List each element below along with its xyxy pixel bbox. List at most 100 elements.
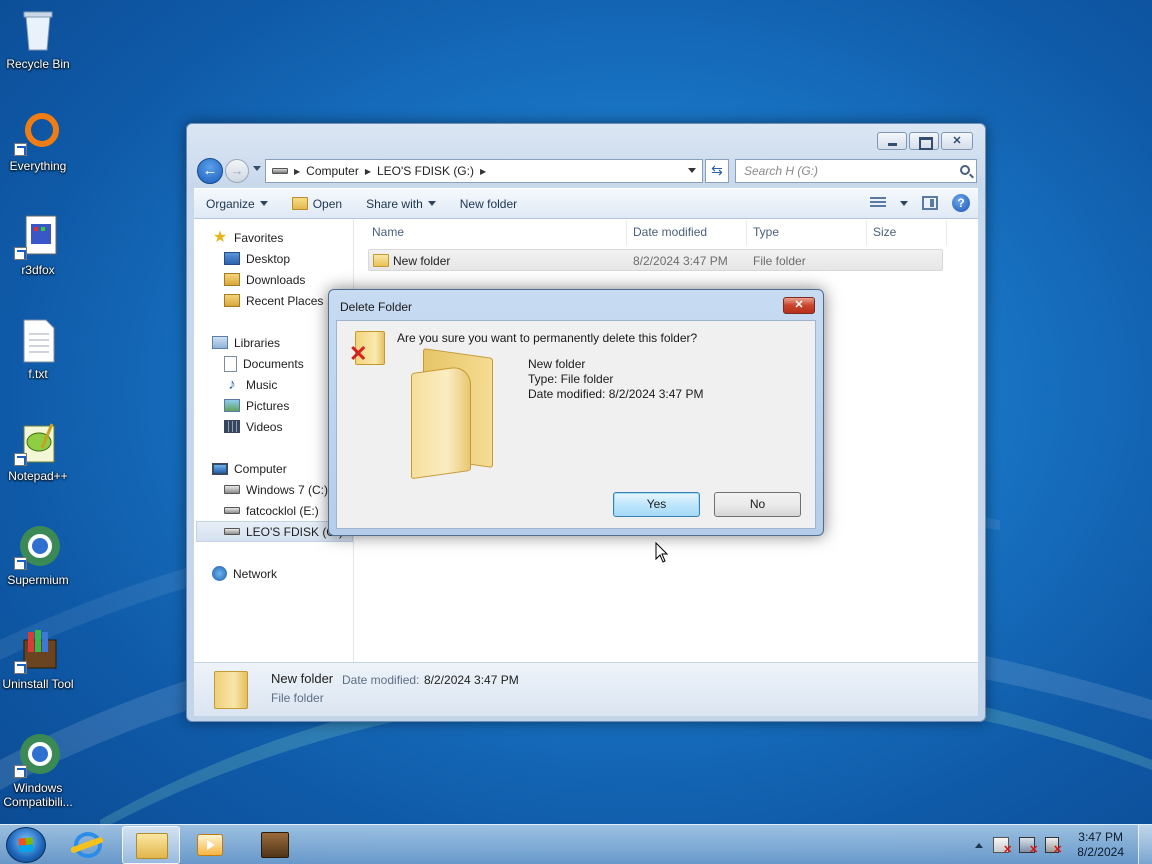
dialog-close-button[interactable]: ✕ — [783, 297, 815, 314]
no-button[interactable]: No — [714, 492, 801, 517]
folder-icon — [373, 254, 389, 267]
yes-button[interactable]: Yes — [613, 492, 700, 517]
preview-pane-icon[interactable] — [922, 196, 938, 210]
nav-libraries[interactable]: Libraries — [212, 332, 280, 353]
breadcrumb-arrow-icon[interactable]: ▶ — [480, 167, 486, 176]
system-tray: 3:47 PM 8/2/2024 — [975, 825, 1124, 864]
view-dropdown-icon[interactable] — [900, 200, 908, 206]
star-icon: ★ — [212, 228, 228, 246]
column-header-size[interactable]: Size — [873, 225, 896, 239]
clock[interactable]: 3:47 PM 8/2/2024 — [1077, 830, 1124, 860]
breadcrumb-arrow-icon[interactable]: ▶ — [294, 167, 300, 176]
address-dropdown-icon[interactable] — [688, 168, 696, 173]
text-file-icon — [14, 316, 62, 364]
details-name: New folder — [271, 671, 334, 686]
action-center-icon[interactable] — [993, 837, 1012, 856]
desktop-icon — [224, 252, 240, 265]
column-divider[interactable] — [626, 221, 627, 245]
column-header-name[interactable]: Name — [372, 225, 404, 239]
delete-folder-dialog[interactable]: Delete Folder ✕ ✕ Are you sure you want … — [328, 289, 824, 536]
nav-downloads[interactable]: Downloads — [224, 269, 305, 290]
search-icon[interactable] — [960, 165, 970, 175]
minimize-button[interactable] — [877, 132, 907, 150]
desktop-icon-recycle-bin[interactable]: Recycle Bin — [0, 6, 76, 71]
nav-label: Network — [233, 566, 278, 581]
nav-favorites[interactable]: ★ Favorites — [212, 227, 284, 248]
network-status-icon[interactable] — [1019, 837, 1038, 856]
desktop-icon-windows-compat[interactable]: Windows Compatibili... — [0, 730, 76, 809]
volume-muted-icon[interactable] — [1045, 837, 1062, 856]
taskbar-windows-explorer[interactable] — [122, 826, 180, 864]
show-desktop-button[interactable] — [1138, 825, 1152, 864]
shortcut-arrow-icon — [14, 765, 27, 778]
nav-recent-places[interactable]: Recent Places — [224, 290, 323, 311]
shortcut-arrow-icon — [14, 661, 27, 674]
close-button[interactable] — [941, 132, 973, 150]
desktop-icon-uninstall-tool[interactable]: Uninstall Tool — [0, 626, 76, 691]
maximize-button[interactable] — [909, 132, 939, 150]
new-folder-label: New folder — [459, 196, 518, 211]
folder-icon — [214, 671, 248, 709]
file-name: New folder — [393, 254, 451, 268]
dialog-title: Delete Folder — [340, 300, 413, 314]
nav-label: Music — [246, 377, 278, 392]
shortcut-arrow-icon — [14, 143, 27, 156]
windows-compat-icon — [14, 730, 62, 778]
desktop-icon-supermium[interactable]: Supermium — [0, 522, 76, 587]
windows-drive-icon — [224, 485, 240, 494]
forward-button[interactable]: → — [225, 159, 249, 183]
search-input[interactable]: Search H (G:) — [735, 159, 977, 183]
column-divider[interactable] — [866, 221, 867, 245]
taskbar-media-player[interactable] — [182, 826, 240, 864]
new-folder-button[interactable]: New folder — [448, 189, 529, 218]
column-divider[interactable] — [746, 221, 747, 245]
computer-icon — [212, 462, 228, 475]
taskbar-uninstall-tool[interactable] — [246, 826, 304, 864]
item-name: New folder — [528, 357, 586, 371]
nav-music[interactable]: ♪ Music — [224, 374, 277, 395]
help-icon[interactable]: ? — [952, 194, 970, 212]
show-hidden-icons-icon[interactable] — [975, 842, 984, 848]
nav-label: Favorites — [234, 230, 284, 245]
organize-button[interactable]: Organize — [194, 189, 280, 218]
file-date: 8/2/2024 3:47 PM — [633, 254, 728, 268]
desktop-icon-everything[interactable]: Everything — [0, 108, 76, 173]
taskbar: 3:47 PM 8/2/2024 — [0, 824, 1152, 864]
nav-drive-e[interactable]: fatcocklol (E:) — [224, 500, 319, 521]
organize-label: Organize — [206, 196, 255, 211]
address-bar[interactable]: ▶ Computer ▶ LEO'S FDISK (G:) ▶ — [265, 159, 703, 183]
share-with-label: Share with — [366, 196, 423, 211]
table-row[interactable]: New folder 8/2/2024 3:47 PM File folder — [368, 249, 943, 271]
breadcrumb-arrow-icon[interactable]: ▶ — [365, 167, 371, 176]
desktop-icon-label: Windows Compatibili... — [3, 781, 73, 809]
refresh-button[interactable]: ⇆ — [705, 159, 729, 183]
breadcrumb-drive[interactable]: LEO'S FDISK (G:) — [377, 164, 474, 178]
recent-pages-dropdown[interactable] — [253, 166, 261, 171]
column-header-type[interactable]: Type — [753, 225, 779, 239]
back-button[interactable]: ← — [197, 158, 223, 184]
nav-pictures[interactable]: Pictures — [224, 395, 289, 416]
nav-desktop[interactable]: Desktop — [224, 248, 290, 269]
breadcrumb-computer[interactable]: Computer — [306, 164, 359, 178]
column-divider[interactable] — [946, 221, 947, 245]
desktop-icon-label: Everything — [9, 159, 67, 173]
change-view-icon[interactable] — [870, 197, 886, 209]
desktop-icon-notepad-plus-plus[interactable]: Notepad++ — [0, 418, 76, 483]
nav-drive-c[interactable]: Windows 7 (C:) — [224, 479, 328, 500]
chevron-down-icon — [427, 201, 436, 206]
nav-network[interactable]: Network — [212, 563, 277, 584]
details-date: 8/2/2024 3:47 PM — [424, 673, 519, 687]
desktop-icon-f-txt[interactable]: f.txt — [0, 316, 76, 381]
nav-computer[interactable]: Computer — [212, 458, 287, 479]
column-header-date[interactable]: Date modified — [633, 225, 707, 239]
desktop-icon-r3dfox[interactable]: r3dfox — [0, 212, 76, 277]
share-with-button[interactable]: Share with — [354, 189, 448, 218]
taskbar-internet-explorer[interactable] — [60, 826, 118, 864]
r3dfox-icon — [14, 212, 62, 260]
nav-documents[interactable]: Documents — [224, 353, 304, 374]
open-button[interactable]: Open — [280, 189, 354, 218]
desktop-icon-label: Supermium — [7, 573, 69, 587]
nav-videos[interactable]: Videos — [224, 416, 282, 437]
start-button[interactable] — [6, 827, 46, 863]
search-placeholder: Search H (G:) — [744, 164, 819, 178]
